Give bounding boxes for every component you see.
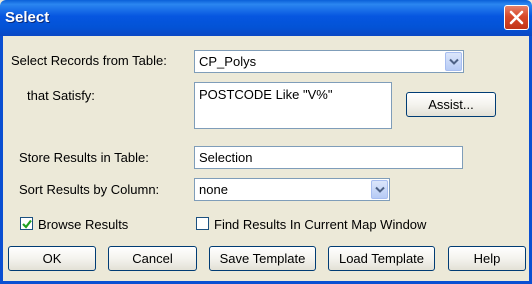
save-template-button[interactable]: Save Template xyxy=(209,246,316,271)
select-dialog: Select Select Records from Table: CP_Pol… xyxy=(0,0,532,284)
dialog-title: Select xyxy=(5,9,50,26)
browse-results-label[interactable]: Browse Results xyxy=(38,217,128,233)
sort-column-select[interactable]: none xyxy=(194,178,390,201)
assist-button[interactable]: Assist... xyxy=(406,92,496,117)
chevron-down-icon xyxy=(375,186,385,193)
table-select-value: CP_Polys xyxy=(199,54,257,69)
ok-button[interactable]: OK xyxy=(8,246,96,271)
find-results-label[interactable]: Find Results In Current Map Window xyxy=(214,217,426,233)
chevron-down-icon xyxy=(449,58,459,65)
expression-textarea[interactable]: POSTCODE Like "V%" xyxy=(194,82,392,129)
sort-results-label: Sort Results by Column: xyxy=(19,182,160,197)
expression-value: POSTCODE Like "V%" xyxy=(199,87,333,102)
help-button[interactable]: Help xyxy=(448,246,526,271)
title-bar[interactable]: Select xyxy=(0,0,532,36)
find-results-checkbox[interactable] xyxy=(196,217,209,230)
close-button[interactable] xyxy=(504,5,529,30)
cancel-button[interactable]: Cancel xyxy=(108,246,197,271)
store-results-label: Store Results in Table: xyxy=(19,150,149,165)
sort-column-value: none xyxy=(199,182,228,197)
checkmark-icon xyxy=(22,219,32,229)
store-results-value: Selection xyxy=(199,150,253,165)
browse-results-checkbox[interactable] xyxy=(20,217,33,230)
table-select-dropdown-button[interactable] xyxy=(445,52,462,71)
window-frame-left xyxy=(0,36,3,284)
sort-column-dropdown-button[interactable] xyxy=(371,180,388,199)
select-from-label: Select Records from Table: xyxy=(11,53,167,68)
store-results-input[interactable]: Selection xyxy=(194,146,463,169)
load-template-button[interactable]: Load Template xyxy=(328,246,435,271)
close-x-icon xyxy=(509,10,524,25)
table-select[interactable]: CP_Polys xyxy=(194,50,464,73)
satisfy-label: that Satisfy: xyxy=(27,88,95,103)
